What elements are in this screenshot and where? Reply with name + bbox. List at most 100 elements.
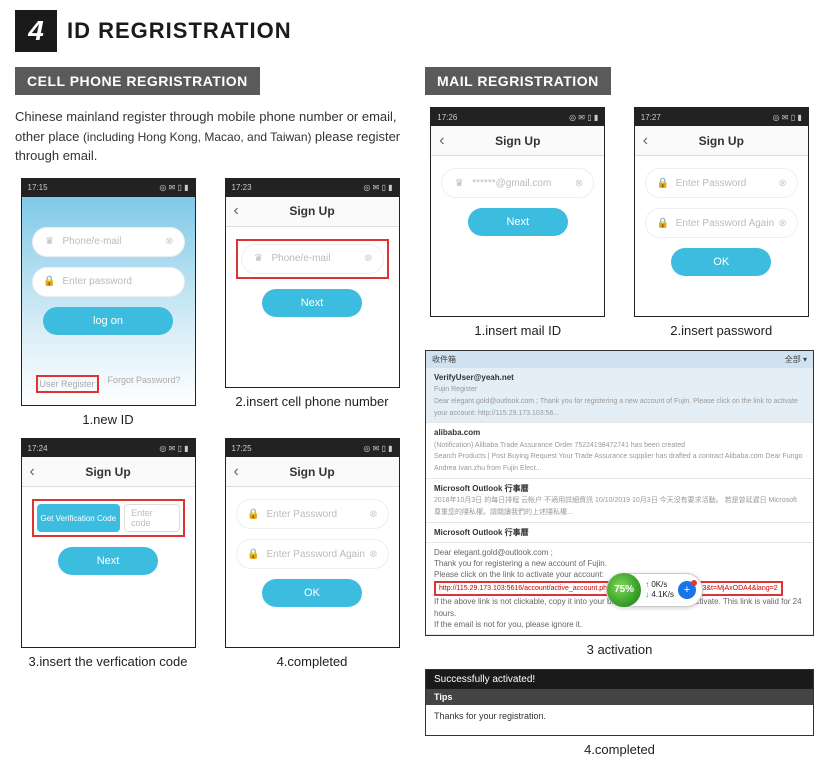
forgot-password-link[interactable]: Forgot Password? bbox=[107, 375, 180, 393]
status-icons: ◎ ✉ ▯ ▮ bbox=[363, 444, 392, 453]
user-icon: ♛ bbox=[43, 236, 57, 247]
password-field[interactable]: 🔒 Enter Password ⊗ bbox=[645, 168, 798, 198]
detail-to: Dear elegant.gold@outlook.com ; bbox=[434, 548, 553, 557]
page-header: 4 ID REGRISTRATION bbox=[15, 10, 814, 52]
password-again-field[interactable]: 🔒 Enter Password Again ⊗ bbox=[645, 208, 798, 238]
page-title: ID REGRISTRATION bbox=[67, 18, 292, 44]
phone-mock-m1: 17:26 ◎ ✉ ▯ ▮ ‹ Sign Up ♛ ******@gmail.c… bbox=[430, 107, 605, 317]
code-input[interactable]: Enter code bbox=[124, 504, 179, 532]
status-bar: 17:25 ◎ ✉ ▯ ▮ bbox=[226, 439, 399, 457]
mail-grid: 17:26 ◎ ✉ ▯ ▮ ‹ Sign Up ♛ ******@gmail.c… bbox=[425, 107, 814, 340]
down-speed: 4.1K/s bbox=[651, 590, 674, 599]
success-panel: Successfully activated! Tips Thanks for … bbox=[425, 669, 814, 736]
email-value: ******@gmail.com bbox=[472, 178, 575, 189]
mail-cell-1: 17:26 ◎ ✉ ▯ ▮ ‹ Sign Up ♛ ******@gmail.c… bbox=[425, 107, 611, 340]
phone-grid: 17:15 ◎ ✉ ▯ ▮ ♛ Phone/e-mail ⊗ 🔒 Enter p… bbox=[15, 178, 405, 672]
caption-3: 3.insert the verfication code bbox=[29, 654, 188, 671]
next-button[interactable]: Next bbox=[468, 208, 568, 236]
clear-icon[interactable]: ⊗ bbox=[165, 236, 173, 247]
phone-email-field[interactable]: ♛ Phone/e-mail ⊗ bbox=[241, 244, 384, 274]
success-body: Thanks for your registration. bbox=[426, 705, 813, 735]
title-bar: ‹ Sign Up bbox=[226, 457, 399, 487]
user-register-link[interactable]: User Register bbox=[36, 375, 99, 393]
clear-icon[interactable]: ⊗ bbox=[778, 178, 786, 189]
email-field[interactable]: ♛ ******@gmail.com ⊗ bbox=[441, 168, 594, 198]
password-field[interactable]: 🔒 Enter Password ⊗ bbox=[236, 499, 389, 529]
clear-icon[interactable]: ⊗ bbox=[364, 253, 372, 264]
status-bar: 17:27 ◎ ✉ ▯ ▮ bbox=[635, 108, 808, 126]
password-field[interactable]: 🔒 Enter password bbox=[32, 267, 185, 297]
back-icon[interactable]: ‹ bbox=[30, 463, 35, 481]
title-text: Sign Up bbox=[635, 134, 808, 148]
email-row-3[interactable]: Microsoft Outlook 行事曆 2018年10月3日 的每日排程 云… bbox=[426, 479, 813, 523]
email-from: alibaba.com bbox=[434, 428, 480, 437]
email-from: Microsoft Outlook 行事曆 bbox=[434, 528, 529, 537]
back-icon[interactable]: ‹ bbox=[234, 202, 239, 220]
title-bar: ‹ Sign Up bbox=[226, 197, 399, 227]
mail-cell-3: 收件箱 全部 ▾ VerifyUser@yeah.net Fujin Regis… bbox=[425, 350, 814, 659]
phone-mock-3: 17:24 ◎ ✉ ▯ ▮ ‹ Sign Up Get Verification… bbox=[21, 438, 196, 648]
title-text: Sign Up bbox=[22, 465, 195, 479]
screen-body: 🔒 Enter Password ⊗ 🔒 Enter Password Agai… bbox=[635, 156, 808, 316]
columns: CELL PHONE REGRISTRATION Chinese mainlan… bbox=[15, 67, 814, 759]
caption-m2: 2.insert password bbox=[670, 323, 772, 340]
placeholder: Enter Password bbox=[676, 178, 779, 189]
verification-row: Get Verification Code Enter code bbox=[37, 504, 180, 532]
email-row-2[interactable]: alibaba.com (Notification) Alibaba Trade… bbox=[426, 423, 813, 479]
status-bar: 17:23 ◎ ✉ ▯ ▮ bbox=[226, 179, 399, 197]
status-time: 17:23 bbox=[232, 183, 252, 192]
lock-icon: 🔒 bbox=[247, 549, 261, 560]
speed-percent: 75% bbox=[607, 573, 641, 607]
phone-mock-4: 17:25 ◎ ✉ ▯ ▮ ‹ Sign Up 🔒 Enter Password… bbox=[225, 438, 400, 648]
password-again-field[interactable]: 🔒 Enter Password Again ⊗ bbox=[236, 539, 389, 569]
email-subject: Fujin Register bbox=[434, 386, 477, 393]
speed-text: ↑ 0K/s ↓ 4.1K/s bbox=[645, 580, 674, 599]
back-icon[interactable]: ‹ bbox=[439, 132, 444, 150]
clear-icon[interactable]: ⊗ bbox=[778, 218, 786, 229]
cell-1: 17:15 ◎ ✉ ▯ ▮ ♛ Phone/e-mail ⊗ 🔒 Enter p… bbox=[15, 178, 201, 429]
cell-phone-banner: CELL PHONE REGRISTRATION bbox=[15, 67, 260, 95]
status-icons: ◎ ✉ ▯ ▮ bbox=[159, 444, 188, 453]
title-text: Sign Up bbox=[431, 134, 604, 148]
phone-mock-m2: 17:27 ◎ ✉ ▯ ▮ ‹ Sign Up 🔒 Enter Password… bbox=[634, 107, 809, 317]
speed-overlay[interactable]: 75% ↑ 0K/s ↓ 4.1K/s + bbox=[606, 573, 703, 607]
get-verification-button[interactable]: Get Verification Code bbox=[37, 504, 121, 532]
next-button[interactable]: Next bbox=[262, 289, 362, 317]
cell-2: 17:23 ◎ ✉ ▯ ▮ ‹ Sign Up ♛ Phone/e-mail ⊗ bbox=[219, 178, 405, 429]
title-bar: ‹ Sign Up bbox=[431, 126, 604, 156]
email-screenshot: 收件箱 全部 ▾ VerifyUser@yeah.net Fujin Regis… bbox=[425, 350, 814, 636]
email-row-4[interactable]: Microsoft Outlook 行事曆 bbox=[426, 523, 813, 543]
next-button[interactable]: Next bbox=[58, 547, 158, 575]
mail-cell-2: 17:27 ◎ ✉ ▯ ▮ ‹ Sign Up 🔒 Enter Password… bbox=[629, 107, 815, 340]
logon-button[interactable]: log on bbox=[43, 307, 173, 335]
all-dropdown[interactable]: 全部 ▾ bbox=[785, 354, 807, 365]
status-bar: 17:26 ◎ ✉ ▯ ▮ bbox=[431, 108, 604, 126]
ok-button[interactable]: OK bbox=[671, 248, 771, 276]
phone-email-field[interactable]: ♛ Phone/e-mail ⊗ bbox=[32, 227, 185, 257]
status-icons: ◎ ✉ ▯ ▮ bbox=[569, 113, 598, 122]
email-row-1[interactable]: VerifyUser@yeah.net Fujin Register Dear … bbox=[426, 368, 813, 424]
clear-icon[interactable]: ⊗ bbox=[369, 549, 377, 560]
status-bar: 17:15 ◎ ✉ ▯ ▮ bbox=[22, 179, 195, 197]
inbox-label: 收件箱 bbox=[432, 355, 456, 364]
caption-4: 4.completed bbox=[277, 654, 348, 671]
back-icon[interactable]: ‹ bbox=[643, 132, 648, 150]
screen-body: ♛ Phone/e-mail ⊗ 🔒 Enter password log on… bbox=[22, 197, 195, 405]
lock-icon: 🔒 bbox=[247, 509, 261, 520]
step-number-box: 4 bbox=[15, 10, 57, 52]
detail-line: Thank you for registering a new account … bbox=[434, 559, 607, 568]
ok-button[interactable]: OK bbox=[262, 579, 362, 607]
email-inbox-header: 收件箱 全部 ▾ bbox=[426, 351, 813, 368]
clear-icon[interactable]: ⊗ bbox=[369, 509, 377, 520]
back-icon[interactable]: ‹ bbox=[234, 463, 239, 481]
phone-mock-1: 17:15 ◎ ✉ ▯ ▮ ♛ Phone/e-mail ⊗ 🔒 Enter p… bbox=[21, 178, 196, 406]
lock-icon: 🔒 bbox=[43, 276, 57, 287]
plus-icon[interactable]: + bbox=[678, 581, 696, 599]
cell-phone-column: CELL PHONE REGRISTRATION Chinese mainlan… bbox=[15, 67, 405, 759]
status-time: 17:25 bbox=[232, 444, 252, 453]
tips-label: Tips bbox=[426, 689, 813, 705]
status-bar: 17:24 ◎ ✉ ▯ ▮ bbox=[22, 439, 195, 457]
title-bar: ‹ Sign Up bbox=[22, 457, 195, 487]
clear-icon[interactable]: ⊗ bbox=[575, 178, 583, 189]
intro-part2: (including Hong Kong, Macao, and Taiwan) bbox=[83, 130, 315, 144]
